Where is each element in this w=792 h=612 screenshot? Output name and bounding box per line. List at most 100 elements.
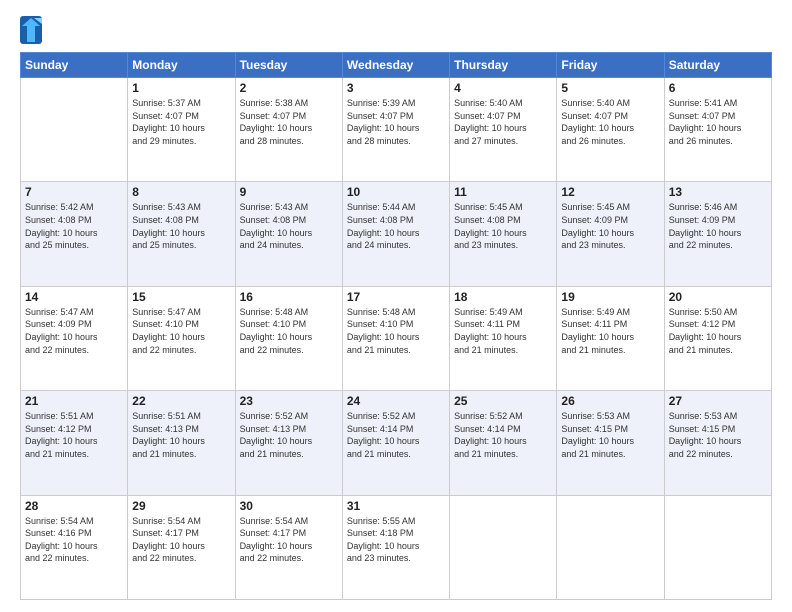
day-number: 27 xyxy=(669,394,767,408)
calendar-cell: 1 Sunrise: 5:37 AM Sunset: 4:07 PM Daylig… xyxy=(128,78,235,182)
day-number: 20 xyxy=(669,290,767,304)
day-info: Sunrise: 5:54 AM Sunset: 4:17 PM Dayligh… xyxy=(240,515,338,565)
day-number: 6 xyxy=(669,81,767,95)
day-info: Sunrise: 5:50 AM Sunset: 4:12 PM Dayligh… xyxy=(669,306,767,356)
day-info: Sunrise: 5:43 AM Sunset: 4:08 PM Dayligh… xyxy=(240,201,338,251)
calendar-week-row: 28Sunrise: 5:54 AM Sunset: 4:16 PM Dayli… xyxy=(21,495,772,599)
day-number: 26 xyxy=(561,394,659,408)
day-number: 19 xyxy=(561,290,659,304)
page: SundayMondayTuesdayWednesdayThursdayFrid… xyxy=(0,0,792,612)
calendar-cell: 11 Sunrise: 5:45 AM Sunset: 4:08 PM Dayli… xyxy=(450,182,557,286)
day-info: Sunrise: 5:40 AM Sunset: 4:07 PM Dayligh… xyxy=(561,97,659,147)
day-info: Sunrise: 5:49 AM Sunset: 4:11 PM Dayligh… xyxy=(561,306,659,356)
header xyxy=(20,16,772,44)
day-info: Sunrise: 5:42 AM Sunset: 4:08 PM Dayligh… xyxy=(25,201,123,251)
calendar-cell: 24 Sunrise: 5:52 AM Sunset: 4:14 PM Dayli… xyxy=(342,391,449,495)
day-info: Sunrise: 5:54 AM Sunset: 4:17 PM Dayligh… xyxy=(132,515,230,565)
day-info: Sunrise: 5:37 AM Sunset: 4:07 PM Dayligh… xyxy=(132,97,230,147)
day-number: 14 xyxy=(25,290,123,304)
calendar-cell: 25Sunrise: 5:52 AM Sunset: 4:14 PM Dayli… xyxy=(450,391,557,495)
day-info: Sunrise: 5:41 AM Sunset: 4:07 PM Dayligh… xyxy=(669,97,767,147)
calendar-week-row: 21Sunrise: 5:51 AM Sunset: 4:12 PM Dayli… xyxy=(21,391,772,495)
day-info: Sunrise: 5:53 AM Sunset: 4:15 PM Dayligh… xyxy=(669,410,767,460)
day-number: 31 xyxy=(347,499,445,513)
calendar-header-row: SundayMondayTuesdayWednesdayThursdayFrid… xyxy=(21,53,772,78)
day-info: Sunrise: 5:39 AM Sunset: 4:07 PM Dayligh… xyxy=(347,97,445,147)
calendar-cell: 4 Sunrise: 5:40 AM Sunset: 4:07 PM Daylig… xyxy=(450,78,557,182)
day-info: Sunrise: 5:45 AM Sunset: 4:09 PM Dayligh… xyxy=(561,201,659,251)
day-info: Sunrise: 5:45 AM Sunset: 4:08 PM Dayligh… xyxy=(454,201,552,251)
day-number: 24 xyxy=(347,394,445,408)
calendar-week-row: 1 Sunrise: 5:37 AM Sunset: 4:07 PM Daylig… xyxy=(21,78,772,182)
day-number: 10 xyxy=(347,185,445,199)
day-info: Sunrise: 5:44 AM Sunset: 4:08 PM Dayligh… xyxy=(347,201,445,251)
day-info: Sunrise: 5:38 AM Sunset: 4:07 PM Dayligh… xyxy=(240,97,338,147)
day-number: 7 xyxy=(25,185,123,199)
calendar-cell: 28Sunrise: 5:54 AM Sunset: 4:16 PM Dayli… xyxy=(21,495,128,599)
day-info: Sunrise: 5:55 AM Sunset: 4:18 PM Dayligh… xyxy=(347,515,445,565)
calendar-cell: 3Sunrise: 5:39 AM Sunset: 4:07 PM Daylig… xyxy=(342,78,449,182)
calendar-cell: 10 Sunrise: 5:44 AM Sunset: 4:08 PM Dayli… xyxy=(342,182,449,286)
day-header-sunday: Sunday xyxy=(21,53,128,78)
day-number: 17 xyxy=(347,290,445,304)
day-number: 2 xyxy=(240,81,338,95)
day-info: Sunrise: 5:47 AM Sunset: 4:10 PM Dayligh… xyxy=(132,306,230,356)
day-number: 30 xyxy=(240,499,338,513)
calendar-cell: 29 Sunrise: 5:54 AM Sunset: 4:17 PM Dayli… xyxy=(128,495,235,599)
calendar-cell: 7 Sunrise: 5:42 AM Sunset: 4:08 PM Daylig… xyxy=(21,182,128,286)
day-header-tuesday: Tuesday xyxy=(235,53,342,78)
day-number: 18 xyxy=(454,290,552,304)
calendar-cell: 17 Sunrise: 5:48 AM Sunset: 4:10 PM Dayli… xyxy=(342,286,449,390)
day-info: Sunrise: 5:52 AM Sunset: 4:14 PM Dayligh… xyxy=(454,410,552,460)
day-number: 13 xyxy=(669,185,767,199)
day-info: Sunrise: 5:47 AM Sunset: 4:09 PM Dayligh… xyxy=(25,306,123,356)
day-number: 11 xyxy=(454,185,552,199)
day-info: Sunrise: 5:40 AM Sunset: 4:07 PM Dayligh… xyxy=(454,97,552,147)
day-number: 9 xyxy=(240,185,338,199)
calendar-table: SundayMondayTuesdayWednesdayThursdayFrid… xyxy=(20,52,772,600)
day-number: 15 xyxy=(132,290,230,304)
day-info: Sunrise: 5:52 AM Sunset: 4:13 PM Dayligh… xyxy=(240,410,338,460)
calendar-cell: 2 Sunrise: 5:38 AM Sunset: 4:07 PM Daylig… xyxy=(235,78,342,182)
calendar-cell: 22Sunrise: 5:51 AM Sunset: 4:13 PM Dayli… xyxy=(128,391,235,495)
calendar-week-row: 7 Sunrise: 5:42 AM Sunset: 4:08 PM Daylig… xyxy=(21,182,772,286)
calendar-cell: 6 Sunrise: 5:41 AM Sunset: 4:07 PM Daylig… xyxy=(664,78,771,182)
day-info: Sunrise: 5:46 AM Sunset: 4:09 PM Dayligh… xyxy=(669,201,767,251)
day-header-monday: Monday xyxy=(128,53,235,78)
calendar-cell: 30 Sunrise: 5:54 AM Sunset: 4:17 PM Dayli… xyxy=(235,495,342,599)
day-info: Sunrise: 5:43 AM Sunset: 4:08 PM Dayligh… xyxy=(132,201,230,251)
day-number: 29 xyxy=(132,499,230,513)
day-number: 28 xyxy=(25,499,123,513)
day-header-thursday: Thursday xyxy=(450,53,557,78)
calendar-cell: 14 Sunrise: 5:47 AM Sunset: 4:09 PM Dayli… xyxy=(21,286,128,390)
day-info: Sunrise: 5:49 AM Sunset: 4:11 PM Dayligh… xyxy=(454,306,552,356)
day-info: Sunrise: 5:53 AM Sunset: 4:15 PM Dayligh… xyxy=(561,410,659,460)
calendar-cell xyxy=(664,495,771,599)
day-number: 5 xyxy=(561,81,659,95)
day-header-friday: Friday xyxy=(557,53,664,78)
calendar-cell: 12 Sunrise: 5:45 AM Sunset: 4:09 PM Dayli… xyxy=(557,182,664,286)
calendar-cell: 20 Sunrise: 5:50 AM Sunset: 4:12 PM Dayli… xyxy=(664,286,771,390)
calendar-cell: 16Sunrise: 5:48 AM Sunset: 4:10 PM Dayli… xyxy=(235,286,342,390)
calendar-cell: 9 Sunrise: 5:43 AM Sunset: 4:08 PM Daylig… xyxy=(235,182,342,286)
day-number: 16 xyxy=(240,290,338,304)
calendar-cell: 26 Sunrise: 5:53 AM Sunset: 4:15 PM Dayli… xyxy=(557,391,664,495)
day-info: Sunrise: 5:48 AM Sunset: 4:10 PM Dayligh… xyxy=(347,306,445,356)
day-info: Sunrise: 5:51 AM Sunset: 4:13 PM Dayligh… xyxy=(132,410,230,460)
day-number: 12 xyxy=(561,185,659,199)
day-info: Sunrise: 5:51 AM Sunset: 4:12 PM Dayligh… xyxy=(25,410,123,460)
calendar-week-row: 14 Sunrise: 5:47 AM Sunset: 4:09 PM Dayli… xyxy=(21,286,772,390)
day-info: Sunrise: 5:52 AM Sunset: 4:14 PM Dayligh… xyxy=(347,410,445,460)
day-header-saturday: Saturday xyxy=(664,53,771,78)
calendar-cell xyxy=(450,495,557,599)
logo xyxy=(20,16,46,44)
calendar-cell: 19 Sunrise: 5:49 AM Sunset: 4:11 PM Dayli… xyxy=(557,286,664,390)
day-number: 4 xyxy=(454,81,552,95)
calendar-cell: 23Sunrise: 5:52 AM Sunset: 4:13 PM Dayli… xyxy=(235,391,342,495)
day-number: 1 xyxy=(132,81,230,95)
generalblue-logo-icon xyxy=(20,16,42,44)
calendar-cell xyxy=(557,495,664,599)
calendar-cell: 18 Sunrise: 5:49 AM Sunset: 4:11 PM Dayli… xyxy=(450,286,557,390)
calendar-cell: 31 Sunrise: 5:55 AM Sunset: 4:18 PM Dayli… xyxy=(342,495,449,599)
calendar-cell: 21Sunrise: 5:51 AM Sunset: 4:12 PM Dayli… xyxy=(21,391,128,495)
